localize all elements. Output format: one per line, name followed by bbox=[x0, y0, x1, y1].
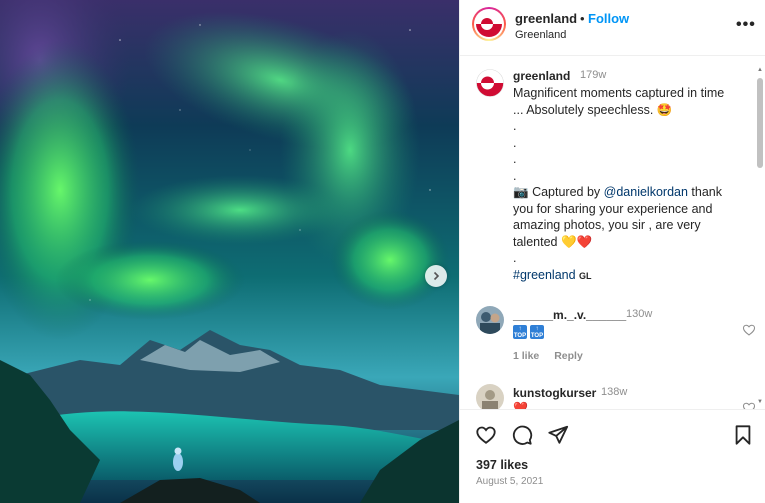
caption-credit-line: 📷 Captured by @danielkordan thank bbox=[513, 184, 753, 201]
caption-dot: . bbox=[513, 168, 517, 183]
comment-likes[interactable]: 1 like bbox=[513, 350, 539, 362]
post-date[interactable]: August 5, 2021 bbox=[476, 476, 543, 487]
scrollbar-thumb[interactable] bbox=[757, 78, 763, 168]
follow-button[interactable]: Follow bbox=[588, 11, 629, 26]
camera-emoji: 📷 bbox=[513, 185, 529, 199]
comment-item: ______m._.v.______ 130w ↑ TOP ↑ TOP 1 li… bbox=[476, 306, 756, 366]
comment-heart-emoji: ❤️ bbox=[513, 401, 528, 409]
comment-avatar[interactable] bbox=[476, 306, 504, 334]
caption-line: Magnificent moments captured in time bbox=[513, 86, 725, 100]
profile-avatar[interactable] bbox=[472, 7, 506, 41]
comments-scroll-area[interactable]: greenland 179w Magnificent moments captu… bbox=[460, 57, 765, 409]
comment-timestamp[interactable]: 130w bbox=[626, 308, 652, 320]
post-details-panel: greenland • Follow Greenland ••• greenla… bbox=[459, 0, 765, 503]
caption-talented: talented bbox=[513, 234, 558, 249]
comment-heart-icon[interactable] bbox=[742, 401, 756, 409]
caption-dot: . bbox=[513, 119, 517, 133]
send-icon[interactable] bbox=[547, 424, 569, 446]
comment-username[interactable]: ______m._.v.______ bbox=[513, 308, 626, 322]
hashtag-line: #greenland GL bbox=[513, 267, 753, 285]
separator-dot: • bbox=[580, 11, 585, 26]
chevron-right-icon bbox=[433, 271, 440, 281]
avatar-photo bbox=[476, 384, 504, 409]
caption-line: you for sharing your experience and bbox=[513, 201, 713, 216]
caption-dot: . bbox=[513, 152, 517, 166]
next-image-button[interactable] bbox=[425, 265, 447, 287]
bookmark-icon[interactable] bbox=[732, 424, 754, 446]
aurora-photo bbox=[0, 0, 459, 503]
header-username[interactable]: greenland bbox=[515, 11, 577, 26]
comment-icon[interactable] bbox=[511, 424, 533, 446]
captured-prefix: Captured by bbox=[532, 185, 601, 199]
comment-item: kunstogkurser 138w ❤️ bbox=[476, 384, 756, 409]
caption-line: ... Absolutely speechless. 🤩 bbox=[513, 102, 673, 117]
avatar-photo bbox=[476, 306, 504, 334]
comment-meta: 1 like Reply bbox=[513, 350, 595, 362]
scroll-up-arrow-icon[interactable]: ▲ bbox=[756, 66, 764, 74]
greenland-flag-icon bbox=[476, 11, 502, 37]
comment-username[interactable]: kunstogkurser bbox=[513, 386, 596, 400]
mention-link[interactable]: @danielkordan bbox=[604, 185, 688, 199]
post-image[interactable] bbox=[0, 0, 459, 503]
heart-icon[interactable] bbox=[475, 424, 497, 446]
caption-line: talented 💛❤️ bbox=[513, 234, 753, 251]
yellow-heart-emoji: 💛 bbox=[560, 234, 577, 249]
caption-text: Magnificent moments captured in time ...… bbox=[513, 85, 753, 284]
post-header: greenland • Follow Greenland ••• bbox=[460, 0, 765, 56]
caption-line: amazing photos, you sir , are very bbox=[513, 218, 701, 232]
caption-dot: . bbox=[513, 135, 517, 150]
captured-suffix: thank bbox=[691, 185, 723, 199]
caption-dot: . bbox=[513, 251, 517, 265]
gl-flag-text: GL bbox=[579, 270, 592, 281]
red-heart-emoji: ❤️ bbox=[576, 234, 593, 249]
likes-count[interactable]: 397 likes bbox=[476, 458, 528, 472]
comment-timestamp[interactable]: 138w bbox=[601, 386, 627, 398]
comment-avatar[interactable] bbox=[476, 384, 504, 409]
caption-avatar[interactable] bbox=[476, 69, 504, 97]
hashtag-link[interactable]: #greenland bbox=[513, 268, 576, 282]
top-emoji-badge: ↑ TOP bbox=[513, 325, 527, 339]
greenland-flag-icon bbox=[476, 69, 504, 97]
scrollbar[interactable]: ▲ ▼ bbox=[756, 66, 764, 406]
comment-emoji-row: ↑ TOP ↑ TOP bbox=[513, 325, 544, 339]
comment-heart-icon[interactable] bbox=[742, 323, 756, 337]
caption-username[interactable]: greenland bbox=[513, 69, 570, 83]
top-emoji-badge: ↑ TOP bbox=[530, 325, 544, 339]
instagram-post: greenland • Follow Greenland ••• greenla… bbox=[0, 0, 765, 503]
post-actions: 397 likes August 5, 2021 bbox=[460, 409, 765, 503]
more-options-button[interactable]: ••• bbox=[736, 16, 756, 34]
location-link[interactable]: Greenland bbox=[515, 29, 566, 41]
scroll-down-arrow-icon[interactable]: ▼ bbox=[756, 398, 764, 406]
caption-timestamp[interactable]: 179w bbox=[580, 69, 606, 81]
reply-button[interactable]: Reply bbox=[554, 350, 583, 362]
